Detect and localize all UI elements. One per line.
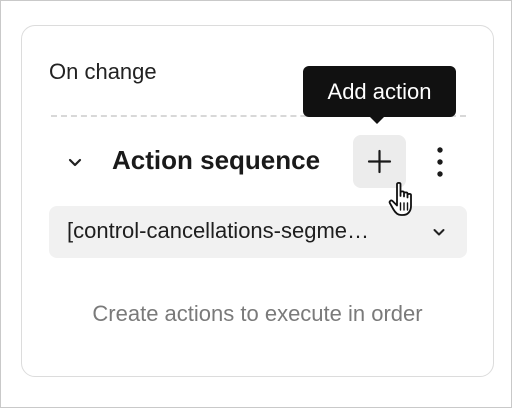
chevron-down-icon	[68, 158, 82, 167]
select-value: [control-cancellations-segme…	[67, 218, 370, 243]
trigger-label: On change	[49, 59, 157, 84]
more-options-button[interactable]	[426, 140, 454, 184]
hand-pointer-icon	[388, 181, 422, 219]
section-title: Action sequence	[112, 145, 321, 175]
tooltip-arrow	[367, 114, 387, 124]
collapse-toggle[interactable]	[66, 153, 84, 171]
vertical-ellipsis-icon	[437, 147, 443, 177]
chevron-down-icon	[433, 229, 445, 236]
add-action-tooltip: Add action	[303, 66, 456, 117]
empty-state-text: Create actions to execute in order	[92, 301, 423, 326]
plus-icon	[367, 149, 392, 174]
